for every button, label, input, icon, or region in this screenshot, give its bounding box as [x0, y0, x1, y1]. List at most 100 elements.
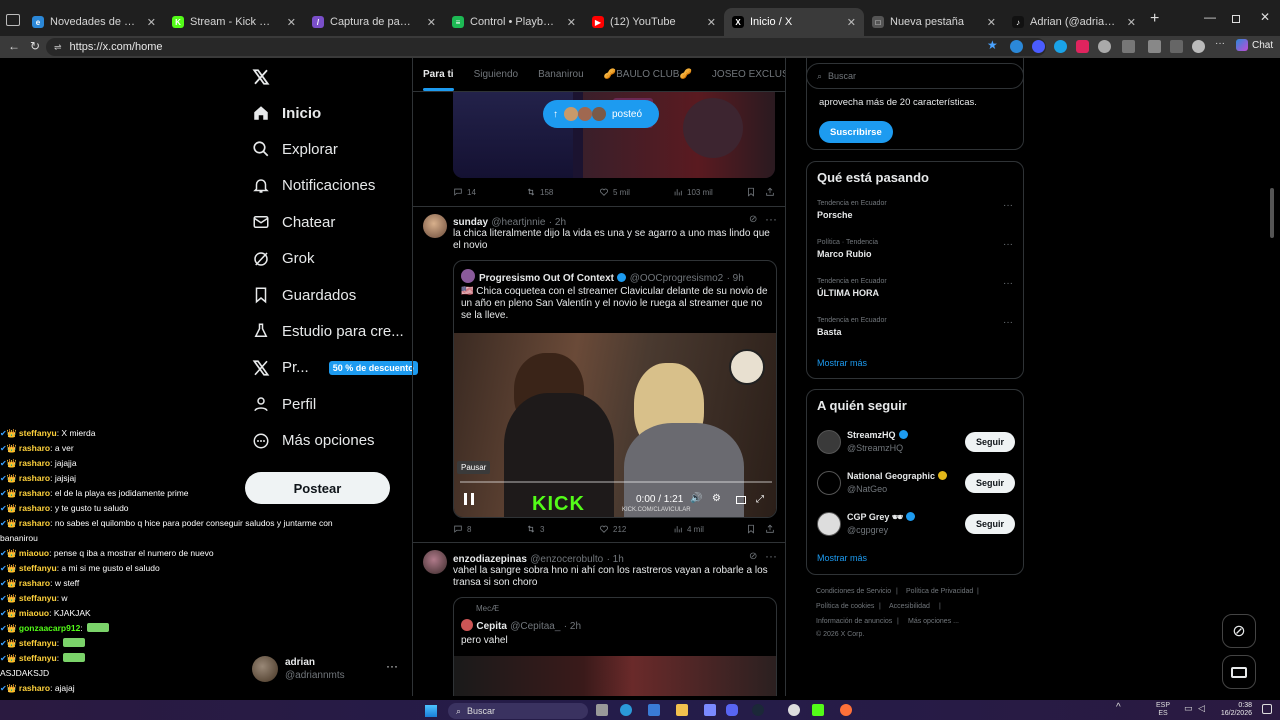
- close-tab-icon[interactable]: ✕: [567, 16, 576, 29]
- task-view-icon[interactable]: [596, 704, 608, 716]
- network-icon[interactable]: ▭: [1184, 703, 1193, 714]
- kick-icon[interactable]: [812, 704, 824, 716]
- timeline-tab[interactable]: Para ti: [423, 69, 454, 91]
- tab-actions-icon[interactable]: [6, 14, 20, 26]
- edge-icon[interactable]: [620, 704, 632, 716]
- close-tab-icon[interactable]: ✕: [847, 16, 856, 29]
- fullscreen-icon[interactable]: ⤢: [756, 494, 764, 505]
- follow-button[interactable]: Seguir: [965, 473, 1015, 493]
- nav-item-bookmark[interactable]: Guardados: [252, 286, 356, 304]
- nav-item-search[interactable]: Explorar: [252, 140, 338, 158]
- nav-item-mail[interactable]: Chatear: [252, 213, 335, 231]
- follow-suggestion[interactable]: National Geographic @NatGeo Seguir: [817, 469, 1021, 499]
- nav-item-bell[interactable]: Notificaciones: [252, 177, 375, 195]
- author-handle[interactable]: @heartjnnie: [491, 217, 545, 228]
- follow-button[interactable]: Seguir: [965, 514, 1015, 534]
- browser-tab[interactable]: ≡ Control • Playboi Carti ✕: [444, 8, 584, 36]
- x-logo-icon[interactable]: [252, 68, 270, 86]
- share-icon[interactable]: [765, 187, 775, 197]
- bookmark-icon[interactable]: [746, 187, 756, 197]
- browser-tab[interactable]: / Captura de pantalla por Lightshot ✕: [304, 8, 444, 36]
- grok-floating-button[interactable]: ⊘: [1222, 614, 1256, 648]
- avatar[interactable]: [423, 214, 447, 238]
- trend-item[interactable]: Tendencia en Ecuador ÚLTIMA HORA ···: [817, 278, 1013, 312]
- timeline-tab[interactable]: Bananirou: [538, 69, 584, 80]
- browser-tab[interactable]: □ Nueva pestaña ✕: [864, 8, 1004, 36]
- browser-tab[interactable]: K Stream - Kick Dashboard ✕: [164, 8, 304, 36]
- grok-icon[interactable]: ⊘: [749, 551, 757, 562]
- trend-item[interactable]: Tendencia en Ecuador Basta ···: [817, 317, 1013, 351]
- repost-button[interactable]: 3: [526, 524, 544, 534]
- close-tab-icon[interactable]: ✕: [427, 16, 436, 29]
- footer-link[interactable]: Política de cookies: [816, 603, 874, 610]
- more-icon[interactable]: ···: [1003, 239, 1013, 250]
- footer-link[interactable]: Más opciones ...: [908, 618, 959, 625]
- pip-icon[interactable]: [736, 496, 746, 504]
- like-button[interactable]: 5 mil: [599, 187, 630, 197]
- clock[interactable]: 0:38 16/2/2026: [1214, 702, 1252, 718]
- browser-tab[interactable]: e Novedades de Microsoft Edge ✕: [24, 8, 164, 36]
- more-icon[interactable]: ···: [1003, 278, 1013, 289]
- trend-item[interactable]: Política · Tendencia Marco Rubio ···: [817, 239, 1013, 273]
- volume-icon[interactable]: ◁: [1198, 703, 1205, 714]
- nav-item-flask[interactable]: Estudio para cre...: [252, 322, 404, 340]
- extension-icon-3[interactable]: [1054, 40, 1067, 53]
- grok-icon[interactable]: ⊘: [749, 214, 757, 225]
- browser-tab[interactable]: ▶ (12) YouTube ✕: [584, 8, 724, 36]
- views-button[interactable]: 4 mil: [673, 524, 704, 534]
- file-explorer-icon[interactable]: [676, 704, 688, 716]
- store-icon[interactable]: [648, 704, 660, 716]
- reply-button[interactable]: 8: [453, 524, 471, 534]
- language-indicator[interactable]: ESP ES: [1156, 702, 1170, 718]
- avatar[interactable]: [423, 550, 447, 574]
- more-icon[interactable]: ···: [1003, 200, 1013, 211]
- collections-icon[interactable]: [1170, 40, 1183, 53]
- timeline-tab[interactable]: 🥜BAULO CLUB🥜: [604, 69, 692, 80]
- refresh-icon[interactable]: ↻: [30, 39, 40, 53]
- footer-link[interactable]: Política de Privacidad: [906, 588, 973, 595]
- timeline-tab[interactable]: Siguiendo: [474, 69, 518, 80]
- bookmark-icon[interactable]: [746, 524, 756, 534]
- browser-menu-icon[interactable]: ···: [1215, 38, 1228, 51]
- follow-suggestion[interactable]: CGP Grey 🕶 @cgpgrey Seguir: [817, 510, 1021, 540]
- messages-floating-button[interactable]: [1222, 655, 1256, 689]
- video-player[interactable]: Pausar KICK KICK.COM/CLAVICULAR 0:00 / 1…: [454, 333, 776, 517]
- views-button[interactable]: 103 mil: [673, 187, 713, 197]
- new-posts-pill[interactable]: ↑ posteó: [543, 100, 659, 128]
- tray-overflow-icon[interactable]: ^: [1116, 702, 1121, 713]
- close-window-button[interactable]: ✕: [1260, 10, 1270, 24]
- nav-item-x-logo[interactable]: Pr... 50 % de descuento: [252, 359, 418, 377]
- extension-icon-5[interactable]: [1098, 40, 1111, 53]
- url-field[interactable]: ⇌ https://x.com/home: [46, 38, 1046, 56]
- trend-item[interactable]: Tendencia en Ecuador Porsche ···: [817, 200, 1013, 234]
- capcut-icon[interactable]: [788, 704, 800, 716]
- settings-icon[interactable]: [1148, 40, 1161, 53]
- more-icon[interactable]: ···: [765, 212, 777, 226]
- author-name[interactable]: sunday: [453, 217, 488, 228]
- browser-tab[interactable]: X Inicio / X ✕: [724, 8, 864, 36]
- firefox-icon[interactable]: [840, 704, 852, 716]
- start-button[interactable]: [425, 705, 437, 717]
- timeline-tab[interactable]: JOSEO EXCLUSIVE: [712, 69, 785, 80]
- maximize-button[interactable]: [1232, 15, 1240, 23]
- show-more-follow-link[interactable]: Mostrar más: [817, 553, 867, 563]
- quoted-post[interactable]: Progresismo Out Of Context @OOCprogresis…: [453, 260, 777, 518]
- close-tab-icon[interactable]: ✕: [287, 16, 296, 29]
- minimize-button[interactable]: —: [1204, 10, 1216, 24]
- steam-icon[interactable]: [752, 704, 764, 716]
- footer-link[interactable]: Información de anuncios: [816, 618, 892, 625]
- subscribe-button[interactable]: Suscribirse: [819, 121, 893, 143]
- footer-link[interactable]: Accesibilidad: [889, 603, 930, 610]
- show-more-trends-link[interactable]: Mostrar más: [817, 358, 867, 368]
- profile-avatar-icon[interactable]: [1192, 40, 1205, 53]
- video-progress-bar[interactable]: [460, 481, 772, 483]
- volume-icon[interactable]: 🔊: [690, 493, 702, 504]
- author-name[interactable]: enzodiazepinas: [453, 554, 527, 565]
- nav-item-person[interactable]: Perfil: [252, 395, 316, 413]
- notification-icon[interactable]: [1262, 704, 1272, 714]
- pause-icon[interactable]: [464, 493, 474, 505]
- reply-button[interactable]: 14: [453, 187, 476, 197]
- follow-button[interactable]: Seguir: [965, 432, 1015, 452]
- quote-media-image[interactable]: [454, 656, 776, 696]
- close-tab-icon[interactable]: ✕: [987, 16, 996, 29]
